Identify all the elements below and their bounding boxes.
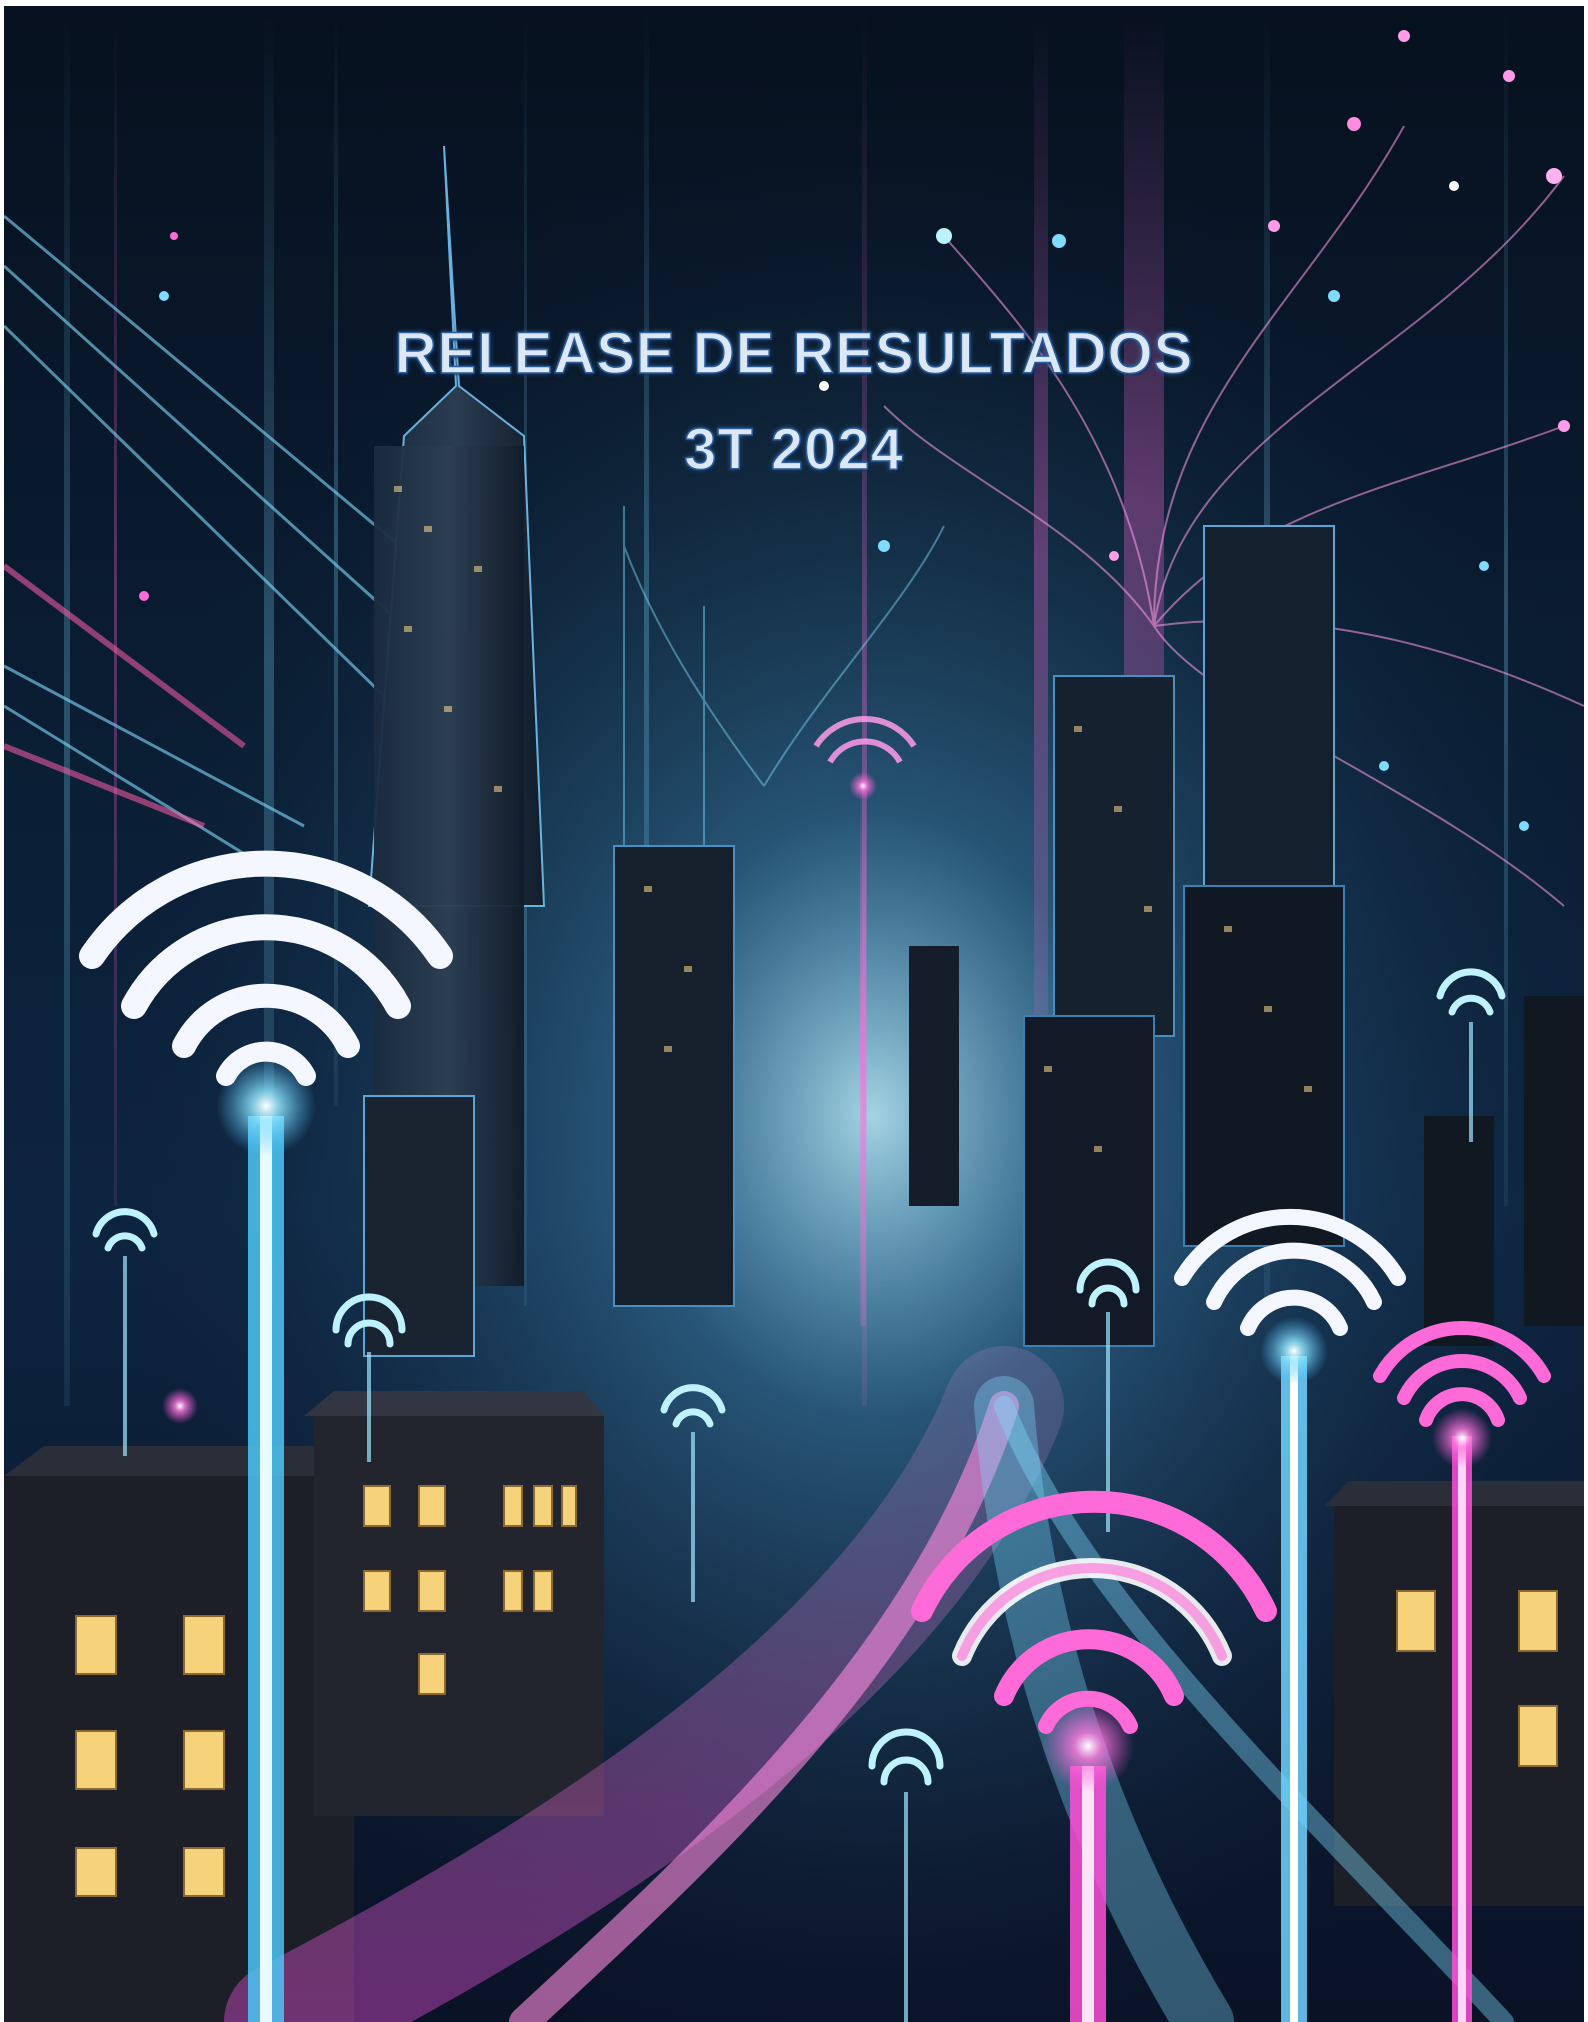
cover-title: RELEASE DE RESULTADOS (394, 320, 1194, 387)
cover-title-block: RELEASE DE RESULTADOS 3T 2024 (4, 306, 1584, 498)
cover-image: RELEASE DE RESULTADOS 3T 2024 (4, 6, 1584, 2022)
document-page: RELEASE DE RESULTADOS 3T 2024 (0, 0, 1588, 2022)
cover-period: 3T 2024 (683, 416, 904, 483)
